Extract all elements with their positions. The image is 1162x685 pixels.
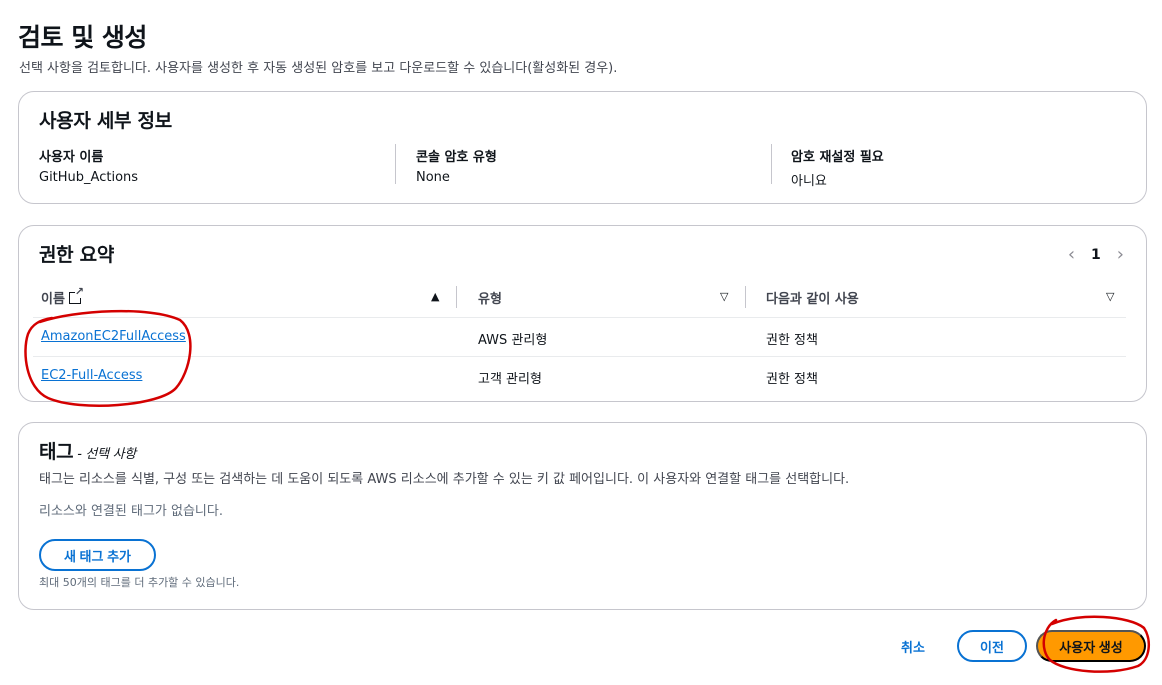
- detail-value: None: [416, 170, 450, 185]
- create-user-button[interactable]: 사용자 생성: [1036, 630, 1146, 662]
- external-link-icon: [68, 286, 84, 304]
- page-description: 선택 사항을 검토합니다. 사용자를 생성한 후 자동 생성된 암호를 보고 다…: [19, 61, 618, 76]
- column-divider[interactable]: [456, 286, 457, 308]
- sort-descending-icon[interactable]: ▽: [1106, 290, 1114, 303]
- column-divider: [395, 144, 396, 184]
- policy-used-as: 권한 정책: [766, 333, 818, 348]
- user-details-title: 사용자 세부 정보: [39, 110, 172, 132]
- column-divider[interactable]: [745, 286, 746, 308]
- policy-type: AWS 관리형: [478, 333, 548, 348]
- tags-description: 태그는 리소스를 식별, 구성 또는 검색하는 데 도움이 되도록 AWS 리소…: [39, 472, 850, 487]
- page-number[interactable]: 1: [1091, 247, 1101, 263]
- detail-label: 암호 재설정 필요: [791, 150, 884, 165]
- column-divider: [771, 144, 772, 184]
- policy-link[interactable]: EC2-Full-Access: [41, 368, 142, 383]
- tags-optional-label: - 선택 사항: [73, 447, 136, 462]
- column-header-type[interactable]: 유형: [478, 288, 502, 307]
- cancel-button[interactable]: 취소: [901, 637, 925, 656]
- column-header-name[interactable]: 이름: [41, 286, 84, 307]
- pagination: ‹ 1 ›: [1068, 244, 1124, 265]
- detail-label: 콘솔 암호 유형: [416, 150, 497, 165]
- tags-limit-text: 최대 50개의 태그를 더 추가할 수 있습니다.: [39, 576, 240, 589]
- chevron-left-icon[interactable]: ‹: [1068, 244, 1075, 265]
- table-divider: [33, 317, 1126, 318]
- sort-descending-icon[interactable]: ▽: [720, 290, 728, 303]
- detail-password-reset: 암호 재설정 필요 아니요: [791, 146, 884, 189]
- policy-used-as: 권한 정책: [766, 372, 818, 387]
- row-divider: [33, 356, 1126, 357]
- previous-button[interactable]: 이전: [957, 630, 1027, 662]
- permissions-summary-title: 권한 요약: [39, 244, 115, 266]
- detail-console-password-type: 콘솔 암호 유형 None: [416, 146, 497, 185]
- chevron-right-icon[interactable]: ›: [1117, 244, 1124, 265]
- detail-value: GitHub_Actions: [39, 170, 139, 185]
- add-new-tag-button[interactable]: 새 태그 추가: [39, 539, 156, 571]
- policy-link[interactable]: AmazonEC2FullAccess: [41, 329, 186, 344]
- page-title: 검토 및 생성: [18, 23, 147, 52]
- sort-ascending-icon[interactable]: ▲: [431, 290, 439, 303]
- policy-type: 고객 관리형: [478, 372, 542, 387]
- column-header-label: 이름: [41, 292, 65, 307]
- tags-title: 태그 - 선택 사항: [39, 437, 136, 464]
- detail-username: 사용자 이름 GitHub_Actions: [39, 146, 138, 185]
- permissions-summary-card: 권한 요약 ‹ 1 › 이름 ▲ 유형 ▽ 다음과 같이 사용 ▽ Amazon…: [18, 225, 1147, 402]
- column-header-used-as[interactable]: 다음과 같이 사용: [766, 288, 859, 307]
- user-details-card: 사용자 세부 정보 사용자 이름 GitHub_Actions 콘솔 암호 유형…: [18, 91, 1147, 204]
- tags-title-text: 태그: [39, 441, 74, 463]
- detail-value: 아니요: [791, 174, 827, 189]
- detail-label: 사용자 이름: [39, 150, 104, 165]
- tags-empty-text: 리소스와 연결된 태그가 없습니다.: [39, 504, 223, 519]
- tags-card: 태그 - 선택 사항 태그는 리소스를 식별, 구성 또는 검색하는 데 도움이…: [18, 422, 1147, 610]
